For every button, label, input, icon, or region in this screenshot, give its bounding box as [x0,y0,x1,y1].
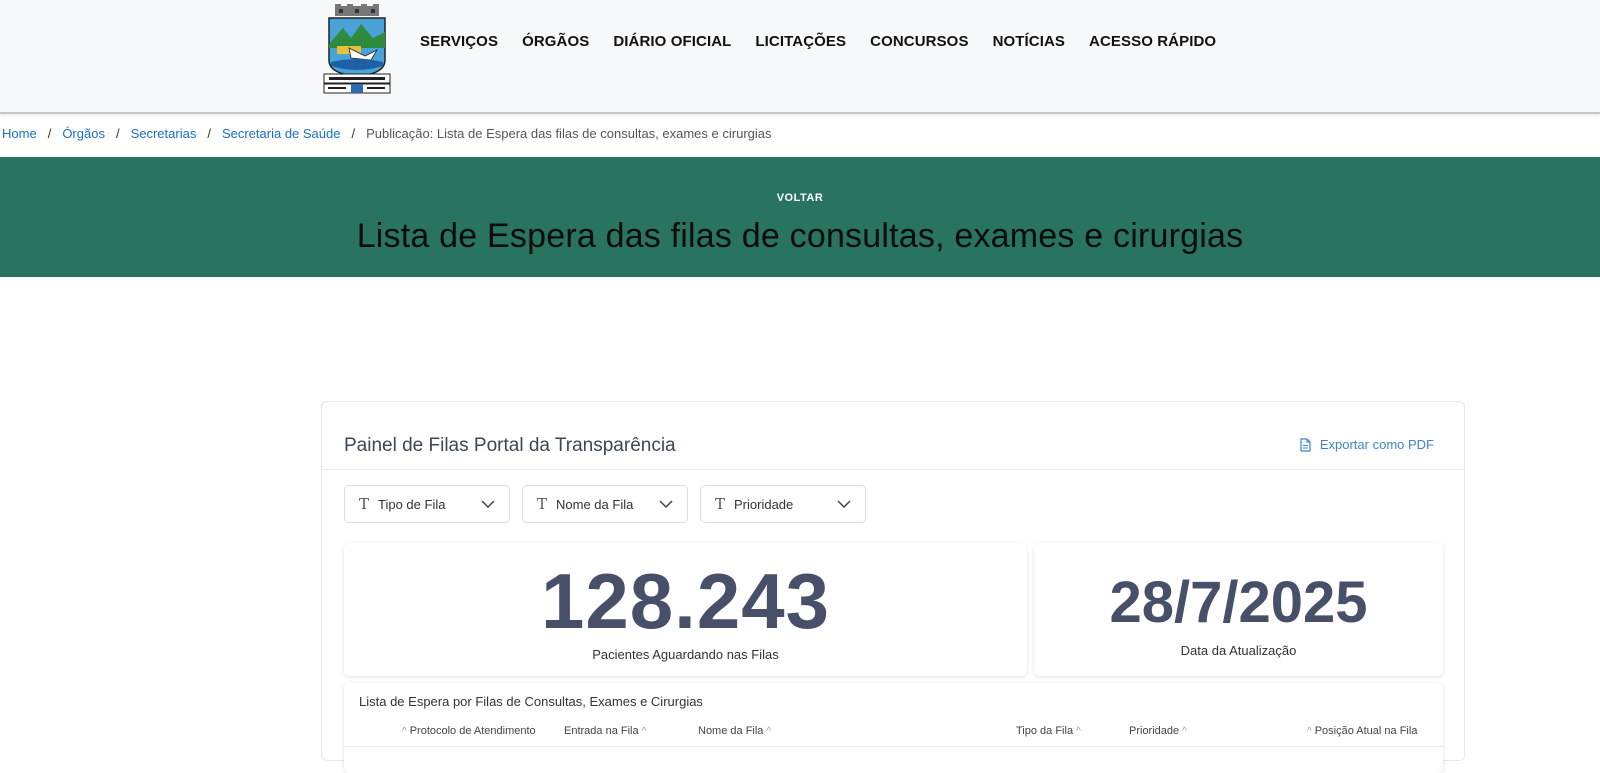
filter-bar: T Tipo de Fila T Nome da Fila T Priorida… [344,485,866,523]
column-protocolo[interactable]: ^ Protocolo de Atendimento [399,725,536,737]
coat-of-arms-icon [323,4,391,94]
breadcrumb-separator: / [115,126,120,141]
breadcrumb-secretaria-saude[interactable]: Secretaria de Saúde [222,126,341,141]
chevron-down-icon [837,500,851,508]
text-type-icon: T [715,495,726,513]
filter-label: Nome da Fila [556,496,634,512]
kpi-update-date: 28/7/2025 Data da Atualização [1034,543,1443,676]
nav-concursos[interactable]: CONCURSOS [870,32,968,52]
text-type-icon: T [537,495,548,513]
panel-title: Painel de Filas Portal da Transparência [344,435,676,456]
text-type-icon: T [359,495,370,513]
filter-label: Tipo de Fila [378,496,446,512]
breadcrumb: Home / Órgãos / Secretarias / Secretaria… [2,126,772,141]
breadcrumb-current: Publicação: Lista de Espera das filas de… [366,126,772,141]
column-label: Protocolo de Atendimento [409,725,536,737]
sort-up-icon: ^ [766,726,772,737]
filter-nome-da-fila[interactable]: T Nome da Fila [522,485,688,523]
column-prioridade[interactable]: Prioridade ^ [1129,725,1190,737]
nav-servicos[interactable]: SERVIÇOS [420,32,498,52]
nav-licitacoes[interactable]: LICITAÇÕES [755,32,846,52]
column-label: Entrada na Fila [564,725,639,737]
waiting-list-table: Lista de Espera por Filas de Consultas, … [344,683,1443,773]
kpi-waiting-patients: 128.243 Pacientes Aguardando nas Filas [344,543,1027,676]
page-banner: VOLTAR Lista de Espera das filas de cons… [0,157,1600,277]
main-nav: SERVIÇOS ÓRGÃOS DIÁRIO OFICIAL LICITAÇÕE… [420,32,1240,52]
export-pdf-label: Exportar como PDF [1319,437,1434,452]
sort-up-icon: ^ [641,726,647,737]
kpi-waiting-value: 128.243 [541,557,830,645]
sort-up-icon: ^ [1182,726,1187,737]
document-icon [1300,437,1311,452]
column-posicao[interactable]: ^ Posição Atual na Fila [1304,725,1417,737]
sort-up-icon: ^ [1307,726,1312,737]
kpi-date-value: 28/7/2025 [1109,570,1368,635]
kpi-waiting-caption: Pacientes Aguardando nas Filas [592,647,779,662]
filter-tipo-de-fila[interactable]: T Tipo de Fila [344,485,510,523]
breadcrumb-separator: / [47,126,52,141]
nav-noticias[interactable]: NOTÍCIAS [993,32,1065,52]
column-label: Nome da Fila [698,725,764,737]
column-tipo-fila[interactable]: Tipo da Fila ^ [1016,725,1084,737]
filter-prioridade[interactable]: T Prioridade [700,485,866,523]
export-pdf-button[interactable]: Exportar como PDF [1299,437,1434,452]
table-title: Lista de Espera por Filas de Consultas, … [359,694,703,709]
chevron-down-icon [481,500,495,508]
queue-panel: Painel de Filas Portal da Transparência … [321,401,1465,773]
column-label: Prioridade [1129,725,1180,737]
table-header-divider [344,746,1443,747]
nav-diario-oficial[interactable]: DIÁRIO OFICIAL [613,32,731,52]
breadcrumb-separator: / [207,126,211,141]
nav-acesso-rapido[interactable]: ACESSO RÁPIDO [1089,32,1216,52]
column-label: Tipo da Fila [1016,725,1074,737]
filter-label: Prioridade [734,496,794,512]
breadcrumb-orgaos[interactable]: Órgãos [62,126,105,141]
column-nome-fila[interactable]: Nome da Fila ^ [698,725,774,737]
site-header: SERVIÇOS ÓRGÃOS DIÁRIO OFICIAL LICITAÇÕE… [0,0,1600,114]
nav-orgaos[interactable]: ÓRGÃOS [522,32,589,52]
column-label: Posição Atual na Fila [1314,725,1418,737]
city-logo[interactable] [321,4,393,96]
back-link[interactable]: VOLTAR [0,192,1600,204]
breadcrumb-home[interactable]: Home [2,126,37,141]
column-entrada[interactable]: Entrada na Fila ^ [564,725,649,737]
breadcrumb-separator: / [351,126,356,141]
chevron-down-icon [659,500,673,508]
kpi-date-caption: Data da Atualização [1180,643,1297,658]
page-title: Lista de Espera das filas de consultas, … [356,217,1244,255]
sort-up-icon: ^ [402,726,407,737]
sort-up-icon: ^ [1076,726,1081,737]
panel-header: Painel de Filas Portal da Transparência … [322,402,1464,470]
breadcrumb-secretarias[interactable]: Secretarias [131,126,197,141]
